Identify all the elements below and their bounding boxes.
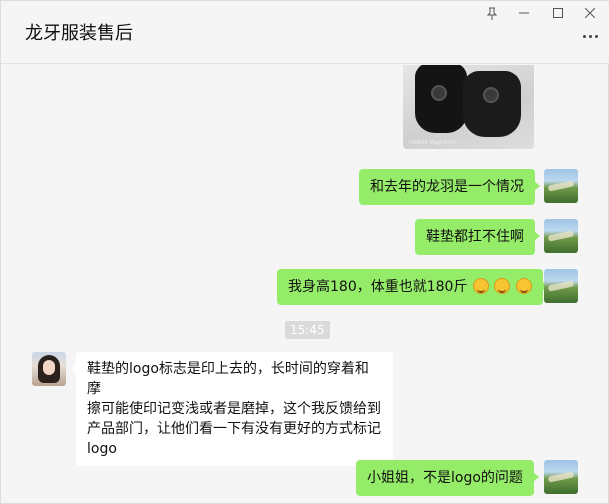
maximize-icon[interactable] (549, 5, 567, 21)
contact-avatar[interactable] (32, 352, 66, 386)
my-avatar[interactable] (544, 219, 578, 253)
more-dots-icon[interactable] (580, 29, 600, 43)
my-avatar[interactable] (544, 269, 578, 303)
timestamp: 15:45 (285, 321, 330, 339)
message-list[interactable]: HONOR Magic5 Pro 和去年的龙羽是一个情况 鞋垫都扛不住啊 我身高… (1, 65, 609, 504)
chat-window: 龙牙服装售后 HONOR Magic5 Pro 和去年的龙羽是一个情况 鞋垫都扛… (0, 0, 609, 504)
message-bubble-received[interactable]: 鞋垫的logo标志是印上去的，长时间的穿着和摩 擦可能使印记变浅或者是磨掉，这个… (71, 352, 393, 466)
photo-stamp: HONOR Magic5 Pro (409, 140, 457, 146)
image-message[interactable]: HONOR Magic5 Pro (403, 65, 534, 149)
message-bubble-sent[interactable]: 小姐姐，不是logo的问题 (356, 460, 539, 496)
minimize-icon[interactable] (515, 5, 533, 21)
laugh-cry-emoji (515, 278, 532, 294)
pin-icon[interactable] (483, 5, 501, 21)
chat-title: 龙牙服装售后 (25, 23, 133, 44)
my-avatar[interactable] (544, 460, 578, 494)
chat-header: 龙牙服装售后 (1, 1, 609, 64)
message-bubble-sent[interactable]: 和去年的龙羽是一个情况 (359, 169, 540, 205)
message-bubble-sent[interactable]: 我身高180，体重也就180斤 (277, 269, 548, 305)
message-bubble-sent[interactable]: 鞋垫都扛不住啊 (415, 219, 540, 255)
my-avatar[interactable] (544, 169, 578, 203)
laugh-cry-emoji (472, 278, 489, 294)
laugh-cry-emoji (494, 278, 511, 294)
close-icon[interactable] (581, 5, 599, 21)
